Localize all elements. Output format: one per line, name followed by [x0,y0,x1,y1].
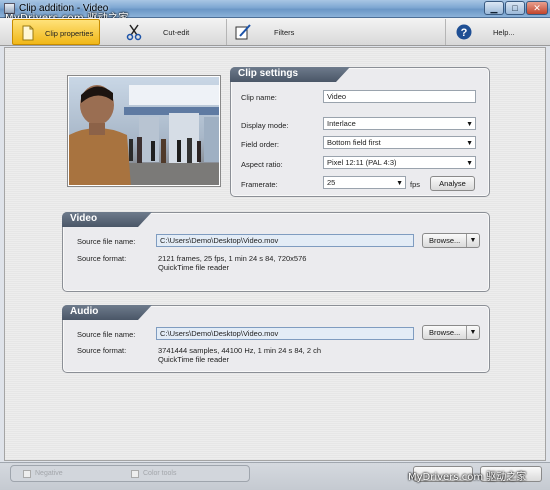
chevron-down-icon: ▼ [396,180,403,187]
browse-label: Browse... [429,236,461,245]
tab-label: Filters [274,28,295,37]
video-browse-button[interactable]: Browse... ▼ [422,233,480,248]
color-tools-checkbox[interactable] [131,470,139,478]
aspect-ratio-select[interactable]: Pixel 12:11 (PAL 4:3) ▼ [323,156,476,169]
chevron-down-icon[interactable]: ▼ [466,234,479,247]
tab-cut-edit[interactable]: Cut-edit [101,19,227,45]
audio-source-format-line2: QuickTime file reader [158,355,229,364]
tab-label: Help... [493,28,515,37]
checkbox-group: Negative Color tools [10,465,250,482]
video-panel: Video [62,212,490,292]
pen-icon [235,24,251,40]
video-source-format-label: Source format: [77,254,127,263]
video-source-file-label: Source file name: [77,237,136,246]
toolbar: Clip properties Cut-edit Filters ? Help.… [0,18,550,46]
clip-name-label: Clip name: [241,93,277,102]
svg-text:?: ? [461,27,468,39]
tab-filters[interactable]: Filters [228,19,446,45]
panel-header: Video [62,212,152,227]
maximize-button[interactable]: □ [505,1,525,15]
chevron-down-icon[interactable]: ▼ [466,326,479,339]
audio-header: Audio [70,306,99,317]
browse-label: Browse... [429,328,461,337]
scissors-icon [126,24,142,41]
video-source-file-input[interactable]: C:\Users\Demo\Desktop\Video.mov [156,234,414,247]
negative-checkbox[interactable] [23,470,31,478]
audio-source-file-label: Source file name: [77,330,136,339]
clip-thumbnail [68,76,220,186]
color-tools-checkbox-label: Color tools [143,470,177,477]
video-source-format-line2: QuickTime file reader [158,263,229,272]
framerate-unit: fps [410,180,421,189]
aspect-ratio-value: Pixel 12:11 (PAL 4:3) [327,158,397,167]
aspect-ratio-label: Aspect ratio: [241,160,283,169]
framerate-value: 25 [327,178,336,187]
tab-help[interactable]: ? Help... [447,19,547,45]
help-icon: ? [456,24,472,40]
chevron-down-icon: ▼ [466,121,473,128]
display-mode-select[interactable]: Interlace ▼ [323,117,476,130]
panel-header: Clip settings [230,67,350,82]
audio-browse-button[interactable]: Browse... ▼ [422,325,480,340]
audio-source-file-input[interactable]: C:\Users\Demo\Desktop\Video.mov [156,327,414,340]
tab-label: Clip properties [45,29,94,38]
field-order-value: Bottom field first [327,138,381,147]
framerate-label: Framerate: [241,180,278,189]
clip-name-input[interactable]: Video [323,90,476,103]
watermark-bottom: MyDrivers.com 驱动之家 [408,472,527,483]
video-source-format-line1: 2121 frames, 25 fps, 1 min 24 s 84, 720x… [158,254,307,263]
analyse-button[interactable]: Analyse [430,176,475,191]
audio-source-format-label: Source format: [77,346,127,355]
field-order-label: Field order: [241,140,279,149]
audio-source-format-line1: 3741444 samples, 44100 Hz, 1 min 24 s 84… [158,346,322,355]
panel-header: Audio [62,305,152,320]
chevron-down-icon: ▼ [466,160,473,167]
negative-checkbox-label: Negative [35,470,63,477]
close-button[interactable]: ✕ [526,1,548,15]
display-mode-value: Interlace [327,119,356,128]
field-order-select[interactable]: Bottom field first ▼ [323,136,476,149]
tab-clip-properties[interactable]: Clip properties [12,19,100,45]
clip-settings-header: Clip settings [238,68,299,79]
display-mode-label: Display mode: [241,121,289,130]
framerate-select[interactable]: 25 ▼ [323,176,406,189]
minimize-button[interactable]: ▁ [484,1,504,15]
chevron-down-icon: ▼ [466,140,473,147]
tab-label: Cut-edit [163,28,190,37]
video-header: Video [70,213,98,224]
document-icon [22,25,34,41]
